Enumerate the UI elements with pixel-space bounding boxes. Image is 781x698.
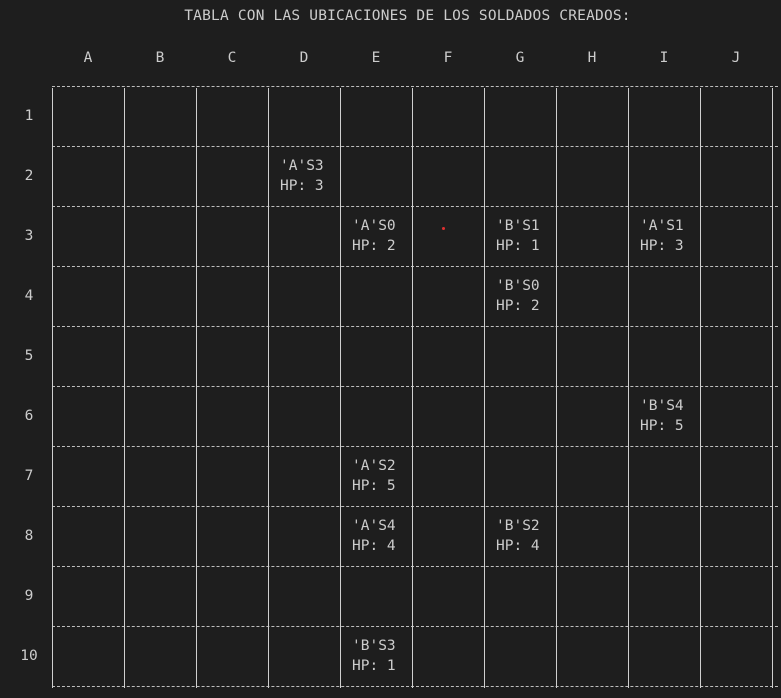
soldier-cell: 'B'S4 HP: 5 — [640, 396, 684, 436]
soldier-id: 'A'S1 — [640, 218, 684, 234]
column-header-g: G — [515, 50, 525, 66]
soldier-cell: 'B'S0 HP: 2 — [496, 276, 540, 316]
grid-row-line — [52, 446, 778, 447]
column-header-f: F — [443, 50, 453, 66]
soldier-id: 'A'S0 — [352, 218, 396, 234]
soldier-cell: 'A'S4 HP: 4 — [352, 516, 396, 556]
row-header-5: 5 — [24, 348, 34, 364]
row-header-3: 3 — [24, 228, 34, 244]
soldier-cell: 'A'S2 HP: 5 — [352, 456, 396, 496]
row-header-6: 6 — [24, 408, 34, 424]
soldier-id: 'B'S1 — [496, 218, 540, 234]
grid-column-line — [340, 88, 341, 688]
soldier-hp: HP: 4 — [496, 538, 540, 554]
terminal-output: TABLA CON LAS UBICACIONES DE LOS SOLDADO… — [0, 0, 781, 698]
column-header-h: H — [587, 50, 597, 66]
table-title: TABLA CON LAS UBICACIONES DE LOS SOLDADO… — [184, 8, 631, 24]
soldier-cell: 'A'S0 HP: 2 — [352, 216, 396, 256]
row-header-4: 4 — [24, 288, 34, 304]
soldier-cell: 'B'S2 HP: 4 — [496, 516, 540, 556]
soldier-cell: 'B'S3 HP: 1 — [352, 636, 396, 676]
row-header-7: 7 — [24, 468, 34, 484]
soldier-hp: HP: 2 — [496, 298, 540, 314]
grid-row-line — [52, 386, 778, 387]
soldier-hp: HP: 5 — [640, 418, 684, 434]
soldier-id: 'B'S4 — [640, 398, 684, 414]
column-header-j: J — [731, 50, 741, 66]
grid-row-line — [52, 266, 778, 267]
soldier-hp: HP: 1 — [352, 658, 396, 674]
grid-column-line — [52, 88, 53, 688]
soldier-cell: 'A'S1 HP: 3 — [640, 216, 684, 256]
soldier-hp: HP: 2 — [352, 238, 396, 254]
soldier-id: 'A'S2 — [352, 458, 396, 474]
row-header-8: 8 — [24, 528, 34, 544]
grid-row-line — [52, 626, 778, 627]
row-header-10: 10 — [20, 648, 38, 664]
grid-column-line — [700, 88, 701, 688]
grid-column-line — [556, 88, 557, 688]
column-header-c: C — [227, 50, 237, 66]
soldier-id: 'B'S3 — [352, 638, 396, 654]
row-header-1: 1 — [24, 108, 34, 124]
row-header-9: 9 — [24, 588, 34, 604]
soldier-cell: 'A'S3 HP: 3 — [280, 156, 324, 196]
grid-column-line — [196, 88, 197, 688]
grid-column-line — [628, 88, 629, 688]
grid-column-line — [124, 88, 125, 688]
soldier-hp: HP: 5 — [352, 478, 396, 494]
column-header-d: D — [299, 50, 309, 66]
grid-row-line — [52, 686, 778, 687]
soldier-hp: HP: 3 — [280, 178, 324, 194]
column-header-e: E — [371, 50, 381, 66]
column-header-b: B — [155, 50, 165, 66]
soldier-id: 'A'S3 — [280, 158, 324, 174]
soldier-id: 'B'S2 — [496, 518, 540, 534]
red-marker-dot — [442, 227, 445, 230]
grid-column-line — [412, 88, 413, 688]
soldier-cell: 'B'S1 HP: 1 — [496, 216, 540, 256]
soldier-hp: HP: 1 — [496, 238, 540, 254]
column-header-i: I — [659, 50, 669, 66]
grid-row-line — [52, 566, 778, 567]
row-header-2: 2 — [24, 168, 34, 184]
grid-column-line — [268, 88, 269, 688]
soldier-hp: HP: 3 — [640, 238, 684, 254]
grid-column-line — [484, 88, 485, 688]
grid-row-line — [52, 86, 778, 87]
grid-row-line — [52, 146, 778, 147]
soldier-id: 'A'S4 — [352, 518, 396, 534]
grid-row-line — [52, 326, 778, 327]
soldier-id: 'B'S0 — [496, 278, 540, 294]
grid-row-line — [52, 206, 778, 207]
grid-row-line — [52, 506, 778, 507]
grid-column-line — [772, 88, 773, 688]
column-header-a: A — [83, 50, 93, 66]
soldier-hp: HP: 4 — [352, 538, 396, 554]
